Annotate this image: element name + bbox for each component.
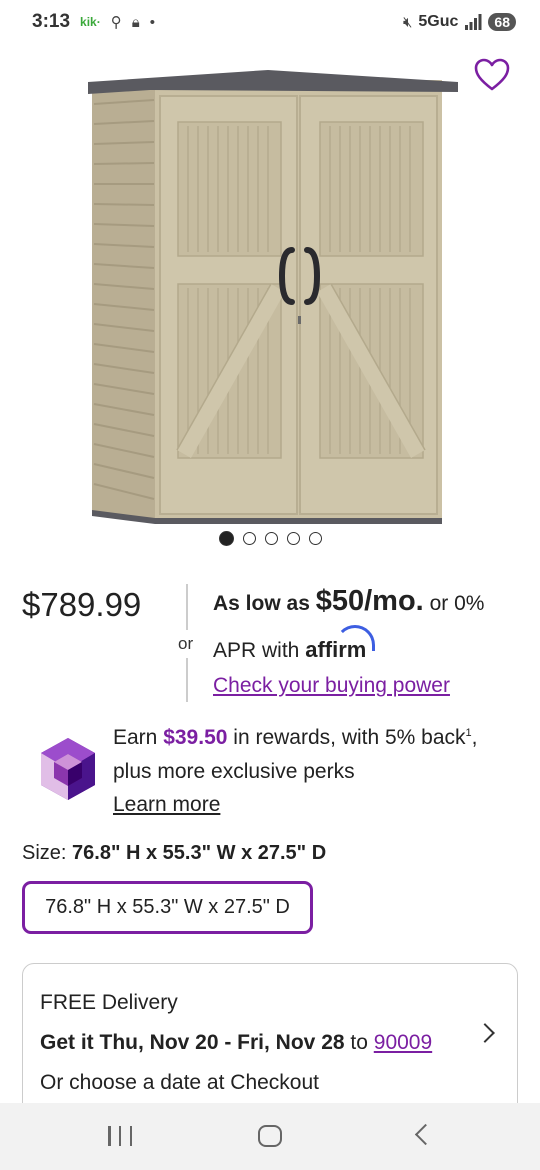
financing-line-2: APR with affirm [213, 625, 376, 663]
rewards-line-1: Earn $39.50 in rewards, with 5% back1, [113, 726, 478, 750]
recent-apps-icon[interactable] [108, 1126, 132, 1146]
system-nav-bar [0, 1103, 540, 1170]
affirm-arc-icon [335, 625, 376, 651]
shed-roof [88, 70, 458, 94]
zip-code-link[interactable]: 90009 [374, 1031, 432, 1054]
carousel-indicator[interactable] [0, 531, 540, 546]
carousel-dot[interactable] [308, 532, 322, 545]
key-icon: ⚲ [110, 14, 122, 31]
rewards-line-2: plus more exclusive perks [113, 760, 355, 783]
rewards-suffix: in rewards, with 5% back [233, 726, 466, 749]
financing-suffix: or 0% [429, 592, 485, 615]
size-selected-value: 76.8" H x 55.3" W x 27.5" D [72, 842, 327, 864]
delivery-checkout-note: Or choose a date at Checkout [40, 1071, 319, 1094]
network-label: 5Guc [418, 13, 459, 30]
learn-more-link[interactable]: Learn more [113, 793, 220, 817]
delivery-card[interactable]: FREE Delivery Get it Thu, Nov 20 - Fri, … [22, 963, 518, 1123]
status-time: 3:13 [32, 11, 71, 32]
delivery-to: to [350, 1031, 368, 1054]
status-bar: 3:13 kik· ⚲ 🔒︎ • 🔇︎ 5Guc 68 [0, 0, 540, 44]
carousel-dot[interactable] [286, 532, 300, 545]
mute-icon: 🔇︎ [402, 13, 413, 31]
rewards-amount: $39.50 [163, 726, 228, 749]
dot-icon: • [149, 13, 155, 31]
delivery-title: FREE Delivery [40, 991, 178, 1014]
price-divider [186, 584, 188, 630]
heart-outline-icon[interactable] [474, 58, 510, 92]
or-label: or [178, 634, 194, 653]
gem-icon [41, 738, 95, 800]
carousel-dot[interactable] [242, 532, 256, 545]
lock-icon: 🔒︎ [131, 13, 140, 31]
size-label-text: Size: [22, 842, 67, 864]
buying-power-link[interactable]: Check your buying power [213, 674, 450, 698]
product-price: $789.99 [22, 586, 142, 623]
carousel-dot[interactable] [218, 531, 234, 546]
size-option-button[interactable]: 76.8" H x 55.3" W x 27.5" D [22, 881, 313, 934]
rewards-earn: Earn [113, 726, 158, 749]
delivery-date-text: Get it Thu, Nov 20 - Fri, Nov 28 [40, 1031, 345, 1054]
affirm-logo: affirm [305, 625, 376, 662]
kik-icon: kik· [80, 15, 101, 29]
delivery-date: Get it Thu, Nov 20 - Fri, Nov 28 to 9000… [40, 1031, 432, 1055]
back-icon[interactable] [414, 1123, 437, 1146]
size-label: Size: 76.8" H x 55.3" W x 27.5" D [22, 842, 326, 865]
home-icon[interactable] [258, 1125, 282, 1147]
chevron-right-icon[interactable] [475, 1023, 495, 1043]
price-divider [186, 658, 188, 702]
financing-prefix: As low as [213, 592, 310, 615]
financing-amount: $50/mo. [315, 585, 424, 617]
signal-icon [465, 14, 482, 30]
financing-apr: APR with [213, 639, 300, 662]
carousel-dot[interactable] [264, 532, 278, 545]
shed-lock [298, 316, 301, 324]
financing-line-1: As low as $50/mo. or 0% [213, 585, 484, 618]
rewards-comma: , [471, 726, 478, 749]
battery-icon: 68 [488, 13, 516, 31]
product-image[interactable] [0, 44, 540, 524]
